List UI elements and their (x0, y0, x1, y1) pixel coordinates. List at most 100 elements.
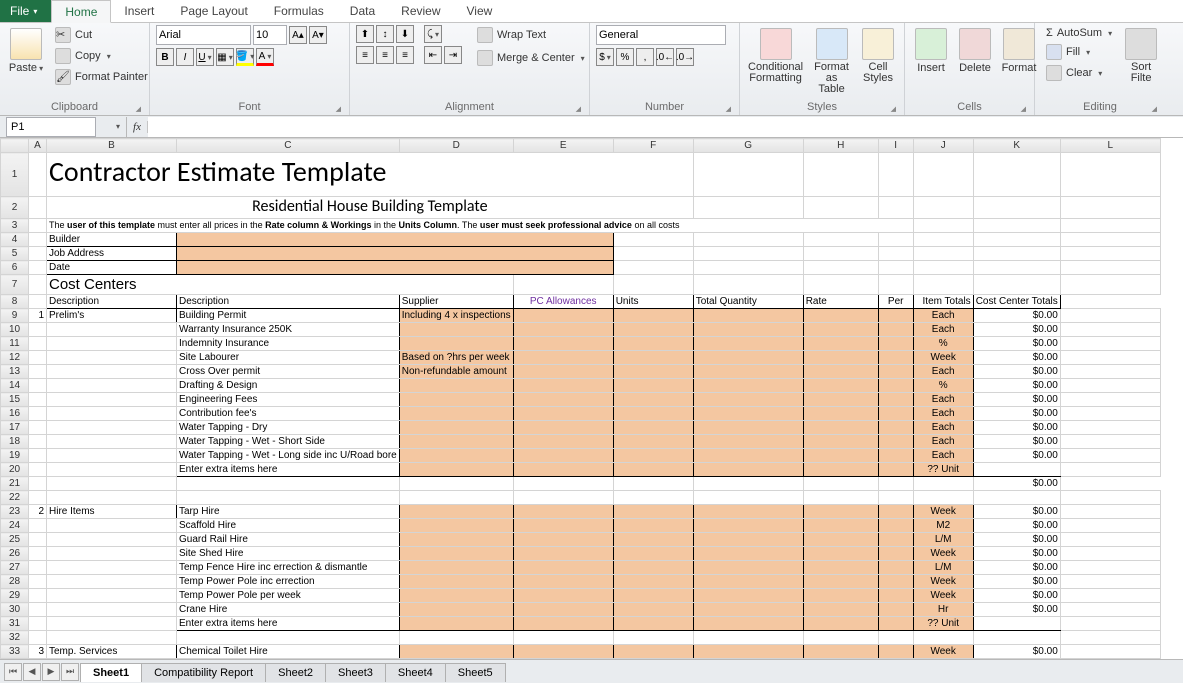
border-button[interactable]: ▦▾ (216, 48, 234, 66)
row-header[interactable]: 22 (1, 491, 29, 505)
col-header[interactable]: J (913, 139, 973, 153)
tab-data[interactable]: Data (337, 0, 388, 22)
col-header[interactable]: A (29, 139, 47, 153)
font-name-select[interactable] (156, 25, 251, 45)
tab-nav-last[interactable]: ⏭ (61, 663, 79, 681)
col-header[interactable]: C (177, 139, 400, 153)
input-jobAddress[interactable] (177, 247, 614, 261)
tab-nav-next[interactable]: ▶ (42, 663, 60, 681)
format-painter-button[interactable]: 🖌Format Painter (50, 67, 153, 87)
align-left-icon[interactable]: ≡ (356, 46, 374, 64)
conditional-formatting-icon (760, 28, 792, 60)
fill-color-button[interactable]: 🪣▾ (236, 48, 254, 66)
wrap-text-button[interactable]: Wrap Text (472, 25, 590, 45)
cell-styles-button[interactable]: Cell Styles (858, 25, 898, 87)
tab-nav-prev[interactable]: ◀ (23, 663, 41, 681)
col-header[interactable]: H (803, 139, 878, 153)
input-builder[interactable] (177, 233, 614, 247)
align-middle-icon[interactable]: ↕ (376, 25, 394, 43)
sheet-tab[interactable]: Sheet1 (80, 663, 142, 682)
formula-input[interactable] (148, 117, 1183, 137)
group-label-editing: Editing (1041, 100, 1159, 115)
menu-tabs: File▾ Home Insert Page Layout Formulas D… (0, 0, 1183, 23)
sheet-tab[interactable]: Sheet5 (445, 663, 506, 682)
fx-icon[interactable]: fx (127, 121, 148, 133)
tab-file[interactable]: File▾ (0, 0, 51, 22)
increase-decimal-icon[interactable]: .0← (656, 48, 674, 66)
group-label-styles: Styles (746, 100, 898, 115)
autosum-button[interactable]: Σ AutoSum▾ (1041, 25, 1117, 41)
sheet-tab[interactable]: Sheet4 (385, 663, 446, 682)
align-bottom-icon[interactable]: ⬇ (396, 25, 414, 43)
decrease-font-icon[interactable]: A▾ (309, 26, 327, 44)
clear-button[interactable]: Clear▾ (1041, 63, 1117, 83)
italic-button[interactable]: I (176, 48, 194, 66)
col-header[interactable]: F (613, 139, 693, 153)
name-box[interactable] (6, 117, 96, 137)
col-header[interactable]: B (47, 139, 177, 153)
col-header[interactable]: G (693, 139, 803, 153)
sort-icon (1125, 28, 1157, 60)
copy-icon (55, 48, 71, 64)
paste-button[interactable]: Paste▾ (6, 25, 46, 77)
percent-icon[interactable]: % (616, 48, 634, 66)
font-color-button[interactable]: A▾ (256, 48, 274, 66)
increase-font-icon[interactable]: A▴ (289, 26, 307, 44)
merge-center-button[interactable]: Merge & Center▾ (472, 48, 590, 68)
cut-button[interactable]: ✂Cut (50, 25, 153, 45)
font-size-select[interactable] (253, 25, 287, 45)
delete-icon (959, 28, 991, 60)
bold-button[interactable]: B (156, 48, 174, 66)
sigma-icon: Σ (1046, 27, 1053, 39)
orientation-icon[interactable]: ⤹▾ (424, 25, 442, 43)
col-header[interactable]: K (973, 139, 1060, 153)
eraser-icon (1046, 65, 1062, 81)
group-label-font: Font (156, 100, 343, 115)
currency-icon[interactable]: $▾ (596, 48, 614, 66)
page-title: Contractor Estimate Template (49, 154, 386, 189)
cell-styles-icon (862, 28, 894, 60)
col-header[interactable]: L (1060, 139, 1160, 153)
sheet-tab[interactable]: Sheet2 (265, 663, 326, 682)
align-top-icon[interactable]: ⬆ (356, 25, 374, 43)
tab-formulas[interactable]: Formulas (261, 0, 337, 22)
sort-filter-button[interactable]: Sort Filte (1121, 25, 1161, 87)
section-header: Cost Centers (47, 275, 514, 295)
table-icon (816, 28, 848, 60)
increase-indent-icon[interactable]: ⇥ (444, 46, 462, 64)
input-date[interactable] (177, 261, 614, 275)
tab-view[interactable]: View (454, 0, 506, 22)
row-header[interactable]: 1 (1, 153, 29, 197)
tab-nav-first[interactable]: ⏮ (4, 663, 22, 681)
format-as-table-button[interactable]: Format as Table (809, 25, 854, 98)
row-header[interactable]: 32 (1, 631, 29, 645)
col-header[interactable]: D (399, 139, 513, 153)
worksheet[interactable]: ABCDEFGHIJKL 1 Contractor Estimate Templat… (0, 138, 1183, 659)
delete-cells-button[interactable]: Delete (955, 25, 995, 77)
col-header[interactable]: I (878, 139, 913, 153)
insert-icon (915, 28, 947, 60)
number-format-select[interactable] (596, 25, 726, 45)
underline-button[interactable]: U▾ (196, 48, 214, 66)
merge-icon (477, 50, 493, 66)
tab-home[interactable]: Home (51, 0, 111, 23)
decrease-decimal-icon[interactable]: .0→ (676, 48, 694, 66)
col-header[interactable]: E (513, 139, 613, 153)
sheet-tab[interactable]: Compatibility Report (141, 663, 266, 682)
insert-cells-button[interactable]: Insert (911, 25, 951, 77)
group-label-cells: Cells (911, 100, 1028, 115)
comma-icon[interactable]: , (636, 48, 654, 66)
copy-button[interactable]: Copy▾ (50, 46, 153, 66)
wrap-icon (477, 27, 493, 43)
fill-button[interactable]: Fill▾ (1041, 42, 1117, 62)
align-center-icon[interactable]: ≡ (376, 46, 394, 64)
format-icon (1003, 28, 1035, 60)
format-cells-button[interactable]: Format (999, 25, 1039, 77)
tab-page-layout[interactable]: Page Layout (167, 0, 260, 22)
tab-insert[interactable]: Insert (111, 0, 167, 22)
tab-review[interactable]: Review (388, 0, 453, 22)
align-right-icon[interactable]: ≡ (396, 46, 414, 64)
conditional-formatting-button[interactable]: Conditional Formatting (746, 25, 805, 87)
sheet-tab[interactable]: Sheet3 (325, 663, 386, 682)
decrease-indent-icon[interactable]: ⇤ (424, 46, 442, 64)
